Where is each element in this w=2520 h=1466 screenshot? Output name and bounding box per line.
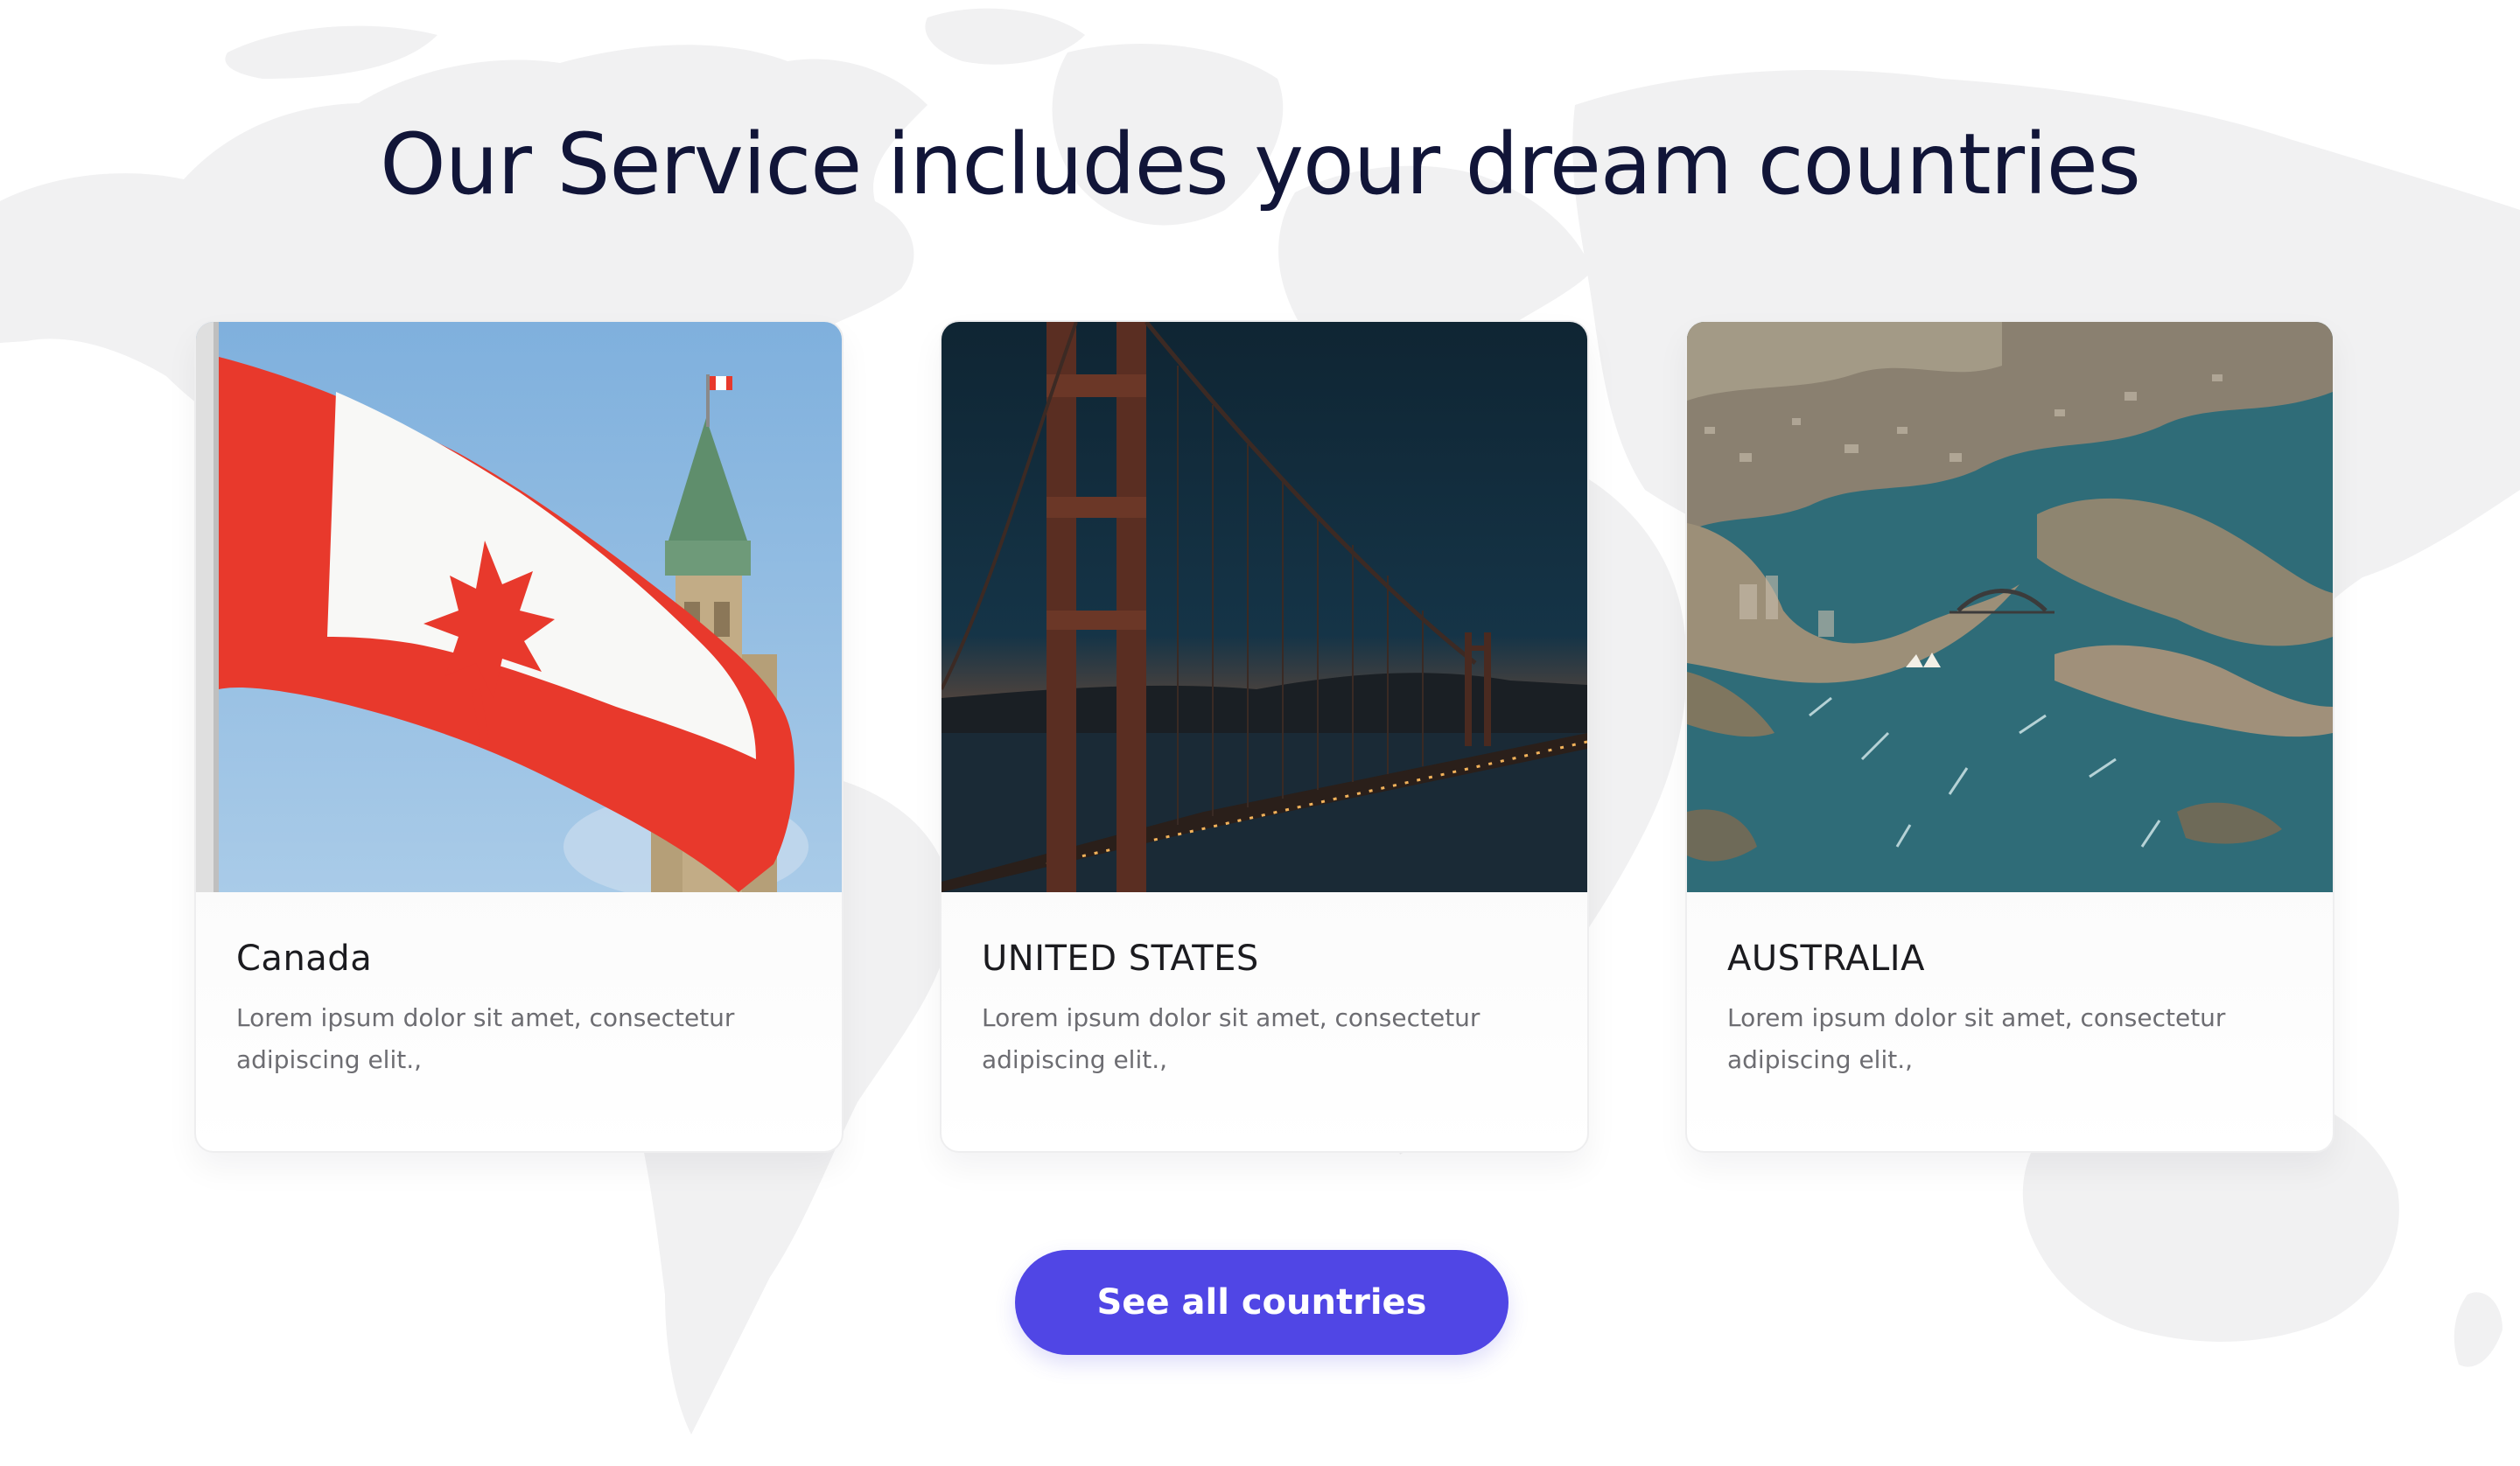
country-cards: Canada Lorem ipsum dolor sit amet, conse…: [194, 320, 2334, 1153]
country-description: Lorem ipsum dolor sit amet, consectetur …: [236, 1003, 735, 1074]
sydney-harbour-aerial-photo: [1687, 322, 2333, 892]
country-name: UNITED STATES: [982, 939, 1259, 979]
countries-section: Our Service includes your dream countrie…: [0, 0, 2520, 1466]
golden-gate-bridge-night-photo: [942, 322, 1587, 892]
section-heading: Our Service includes your dream countrie…: [380, 115, 2141, 213]
canada-flag-parliament-photo: [196, 322, 842, 892]
country-name: Canada: [236, 939, 373, 979]
see-all-countries-button[interactable]: See all countries: [1015, 1250, 1508, 1355]
country-description: Lorem ipsum dolor sit amet, consectetur …: [1727, 1003, 2226, 1074]
country-description: Lorem ipsum dolor sit amet, consectetur …: [982, 1003, 1480, 1074]
country-card-united-states[interactable]: UNITED STATES Lorem ipsum dolor sit amet…: [940, 320, 1589, 1153]
country-name: AUSTRALIA: [1727, 939, 1925, 979]
country-card-australia[interactable]: AUSTRALIA Lorem ipsum dolor sit amet, co…: [1685, 320, 2334, 1153]
country-card-canada[interactable]: Canada Lorem ipsum dolor sit amet, conse…: [194, 320, 844, 1153]
